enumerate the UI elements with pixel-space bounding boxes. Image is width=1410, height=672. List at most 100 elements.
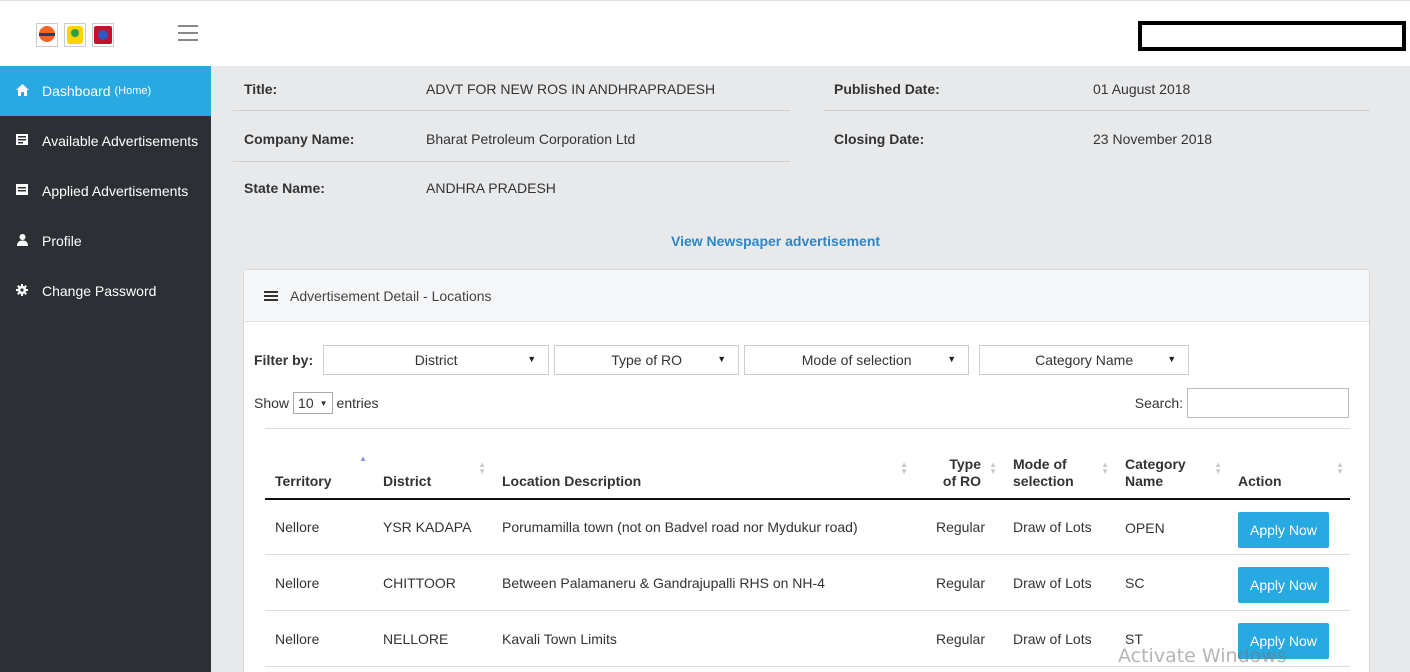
sort-icon: ▲ ▼: [1336, 460, 1344, 476]
sort-icon: ▲ ▼: [989, 460, 997, 476]
sidebar-item-label: Change Password: [42, 283, 157, 299]
cell-category: OPEN: [1115, 498, 1228, 555]
company-logos: [36, 23, 114, 47]
divider: [824, 110, 1370, 111]
view-newspaper-advertisement-link[interactable]: View Newspaper advertisement: [671, 233, 880, 249]
closing-date-value: 23 November 2018: [1093, 131, 1213, 147]
activate-windows-watermark: Activate Windows: [1118, 645, 1287, 667]
state-name-label: State Name:: [244, 180, 325, 196]
entries-per-page-value: 10: [298, 395, 314, 411]
sidebar-item-applied-advertisements[interactable]: Applied Advertisements: [0, 166, 211, 216]
cell-type-of-ro: Regular: [914, 610, 1003, 667]
top-bar: [0, 0, 1410, 66]
sidebar-item-dashboard[interactable]: Dashboard (Home): [0, 66, 211, 116]
sidebar-item-profile[interactable]: Profile: [0, 216, 211, 266]
apply-now-button[interactable]: Apply Now: [1238, 511, 1329, 548]
table-row: Nellore CHITTOOR Between Palamaneru & Ga…: [265, 554, 1350, 611]
mode-of-selection-filter-select[interactable]: Mode of selection ▼: [744, 345, 970, 375]
caret-down-icon: ▼: [319, 398, 328, 408]
cell-type-of-ro: Regular: [914, 554, 1003, 611]
column-header-action[interactable]: Action ▲ ▼: [1228, 428, 1350, 500]
cell-location: Porumamilla town (not on Badvel road nor…: [492, 498, 914, 555]
locations-panel: Advertisement Detail - Locations Filter …: [243, 269, 1370, 672]
list-bars-icon: [264, 289, 278, 303]
category-name-filter-select[interactable]: Category Name ▼: [979, 345, 1190, 375]
cell-location: Kavali Town Limits: [492, 610, 914, 667]
column-header-type-of-ro[interactable]: Type of RO ▲ ▼: [914, 428, 1003, 500]
sidebar-item-label: Available Advertisements: [42, 133, 199, 149]
indianoil-logo-icon: [36, 23, 58, 47]
sidebar-item-available-advertisements[interactable]: Available Advertisements: [0, 116, 211, 166]
district-filter-value: District: [414, 352, 458, 368]
published-date-value: 01 August 2018: [1093, 81, 1191, 97]
cell-type-of-ro: Regular: [914, 498, 1003, 555]
column-header-location-description[interactable]: Location Description ▲ ▼: [492, 428, 914, 500]
caret-down-icon: ▼: [1167, 354, 1177, 364]
main-content: Title: ADVT FOR NEW ROS IN ANDHRAPRADESH…: [211, 66, 1410, 672]
district-filter-select[interactable]: District ▼: [323, 345, 550, 375]
sort-icon: ▲ ▼: [1101, 460, 1109, 476]
cell-action: Apply Now: [1228, 498, 1350, 555]
search-area: Search:: [1135, 388, 1349, 418]
sort-icon: ▲ ▼: [1214, 460, 1222, 476]
company-name-value: Bharat Petroleum Corporation Ltd: [426, 131, 636, 147]
sidebar-item-sublabel: (Home): [114, 85, 152, 97]
panel-header: Advertisement Detail - Locations: [244, 270, 1369, 322]
title-label: Title:: [244, 81, 278, 97]
column-header-territory[interactable]: Territory ▲: [265, 428, 373, 500]
closing-date-label: Closing Date:: [834, 131, 925, 147]
column-header-mode-of-selection[interactable]: Mode of selection ▲ ▼: [1003, 428, 1115, 500]
cell-mode-of-selection: Draw of Lots: [1003, 610, 1115, 667]
cell-territory: Nellore: [265, 554, 373, 611]
cell-territory: Nellore: [265, 610, 373, 667]
cell-location: Between Palamaneru & Gandrajupalli RHS o…: [492, 554, 914, 611]
title-value: ADVT FOR NEW ROS IN ANDHRAPRADESH: [426, 81, 716, 97]
bharat-petroleum-logo-icon: [64, 23, 86, 47]
mode-of-selection-filter-value: Mode of selection: [801, 352, 912, 368]
category-name-filter-value: Category Name: [1035, 352, 1134, 368]
sidebar-item-change-password[interactable]: Change Password: [0, 266, 211, 316]
column-header-district[interactable]: District ▲ ▼: [373, 428, 492, 500]
company-name-label: Company Name:: [244, 131, 355, 147]
cell-mode-of-selection: Draw of Lots: [1003, 498, 1115, 555]
hamburger-menu-icon[interactable]: [178, 25, 198, 43]
list-icon: [14, 184, 30, 198]
home-icon: [14, 83, 30, 99]
type-of-ro-filter-select[interactable]: Type of RO ▼: [554, 345, 740, 375]
gear-icon: [14, 283, 30, 299]
sort-icon: ▲ ▼: [900, 460, 908, 476]
table-header-row: Territory ▲ District ▲ ▼ Location Descripti…: [265, 428, 1350, 500]
apply-now-button[interactable]: Apply Now: [1238, 567, 1329, 603]
hp-logo-icon: [92, 23, 114, 47]
divider: [233, 110, 790, 111]
search-label: Search:: [1134, 395, 1183, 411]
caret-down-icon: ▼: [717, 354, 727, 364]
entries-per-page-select[interactable]: 10 ▼: [293, 392, 333, 414]
cell-mode-of-selection: Draw of Lots: [1003, 554, 1115, 611]
sort-asc-icon: ▲: [359, 454, 367, 463]
cell-category: SC: [1115, 554, 1228, 611]
published-date-label: Published Date:: [834, 81, 940, 97]
column-header-category-name[interactable]: Category Name ▲ ▼: [1115, 428, 1228, 500]
search-input[interactable]: [1187, 388, 1349, 418]
caret-down-icon: ▼: [947, 354, 957, 364]
cell-district: YSR KADAPA: [373, 498, 492, 555]
sidebar-item-label: Profile: [42, 233, 82, 249]
sidebar-item-label: Dashboard: [42, 83, 111, 99]
sidebar-item-label: Applied Advertisements: [42, 183, 189, 199]
cell-action: Apply Now: [1228, 554, 1350, 611]
user-info-box[interactable]: [1138, 21, 1406, 51]
state-name-value: ANDHRA PRADESH: [426, 180, 556, 196]
cell-territory: Nellore: [265, 498, 373, 555]
show-entries: Show 10 ▼ entries: [254, 392, 379, 414]
sidebar: Dashboard (Home) Available Advertisement…: [0, 66, 211, 672]
entries-label: entries: [336, 395, 379, 411]
type-of-ro-filter-value: Type of RO: [611, 352, 683, 368]
filter-label: Filter by:: [254, 352, 314, 368]
caret-down-icon: ▼: [527, 354, 537, 364]
cell-district: NELLORE: [373, 610, 492, 667]
divider: [233, 161, 790, 162]
newspaper-icon: [14, 134, 30, 148]
user-icon: [14, 233, 30, 249]
filter-row: Filter by: District ▼ Type of RO ▼ Mode …: [254, 345, 1194, 375]
